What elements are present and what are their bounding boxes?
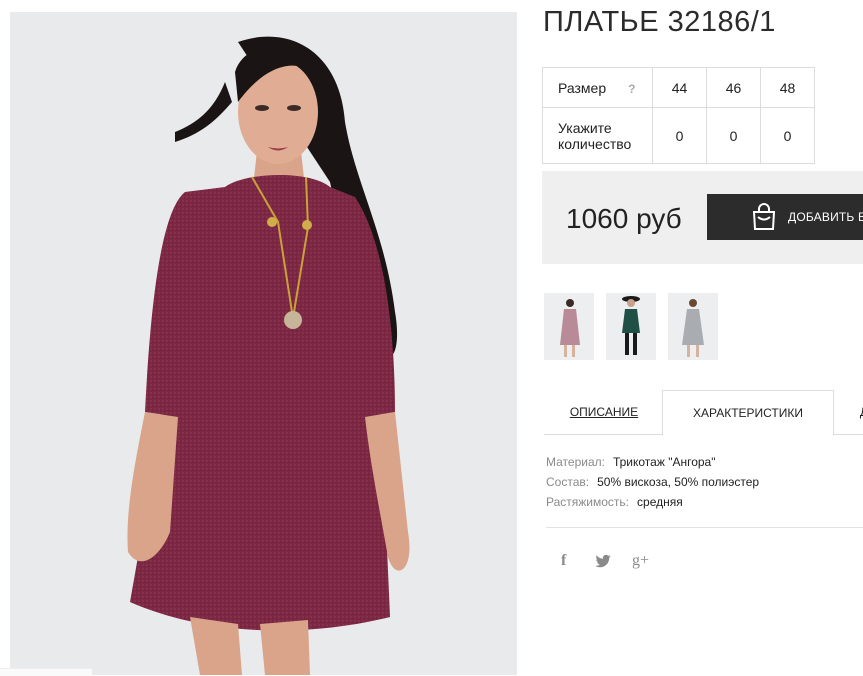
twitter-bird-icon <box>595 554 611 568</box>
quantity-label-line2: количество <box>558 135 632 152</box>
tab-delivery[interactable]: Д <box>854 390 863 434</box>
dress-model-illustration <box>10 12 517 675</box>
size-48: 48 <box>760 67 815 108</box>
quantity-label-cell: Укажите количество <box>542 107 653 164</box>
add-to-cart-button[interactable]: ДОБАВИТЬ В КОРЗИНУ <box>707 194 863 240</box>
size-label-cell: Размер? <box>542 67 653 108</box>
add-to-cart-label: ДОБАВИТЬ В КОРЗИНУ <box>788 210 863 224</box>
main-product-image[interactable] <box>10 12 517 675</box>
google-plus-icon[interactable]: g+ <box>632 552 649 570</box>
section-divider <box>546 527 863 528</box>
price-amount: 1060 руб <box>566 203 682 234</box>
quantity-label-line1: Укажите <box>558 119 612 136</box>
help-icon[interactable]: ? <box>628 82 635 96</box>
spec-value: Трикотаж "Ангора" <box>612 455 716 469</box>
spec-row-stretch: Растяжимость: средняя <box>546 492 759 512</box>
quantity-input-44[interactable]: 0 <box>652 107 707 164</box>
quantity-input-46[interactable]: 0 <box>706 107 761 164</box>
product-tabs: ОПИСАНИЕ ХАРАКТЕРИСТИКИ Д <box>544 390 863 436</box>
thumbnail-green-dress[interactable] <box>606 293 656 360</box>
tab-description[interactable]: ОПИСАНИЕ <box>544 390 664 434</box>
size-44: 44 <box>652 67 707 108</box>
spec-key: Растяжимость: <box>546 495 630 509</box>
spec-value: 50% вискоза, 50% полиэстер <box>597 475 760 489</box>
twitter-icon[interactable] <box>595 554 611 573</box>
shopping-bag-icon <box>752 203 776 230</box>
specs-list: Материал: Трикотаж "Ангора" Состав: 50% ви… <box>546 452 759 512</box>
size-quantity-table: Размер? 44 46 48 Укажите количество 0 0 … <box>542 67 815 164</box>
thumbnail-pink-dress[interactable] <box>544 293 594 360</box>
spec-value: средняя <box>637 495 683 509</box>
spec-row-material: Материал: Трикотаж "Ангора" <box>546 452 759 472</box>
price-box: 1060 руб ДОБАВИТЬ В КОРЗИНУ <box>542 171 863 264</box>
facebook-icon[interactable]: f <box>561 552 566 570</box>
thumbnail-image <box>544 293 594 360</box>
product-title: ПЛАТЬЕ 32186/1 <box>543 6 776 38</box>
tab-characteristics[interactable]: ХАРАКТЕРИСТИКИ <box>662 390 834 436</box>
thumbnail-grey-dress[interactable] <box>668 293 718 360</box>
size-label: Размер <box>558 79 607 96</box>
spec-key: Состав: <box>546 475 590 489</box>
quantity-input-48[interactable]: 0 <box>760 107 815 164</box>
spec-row-composition: Состав: 50% вискоза, 50% полиэстер <box>546 472 759 492</box>
spec-key: Материал: <box>546 455 605 469</box>
size-46: 46 <box>706 67 761 108</box>
thumbnail-image <box>668 293 718 360</box>
thumbnail-image <box>606 293 656 360</box>
